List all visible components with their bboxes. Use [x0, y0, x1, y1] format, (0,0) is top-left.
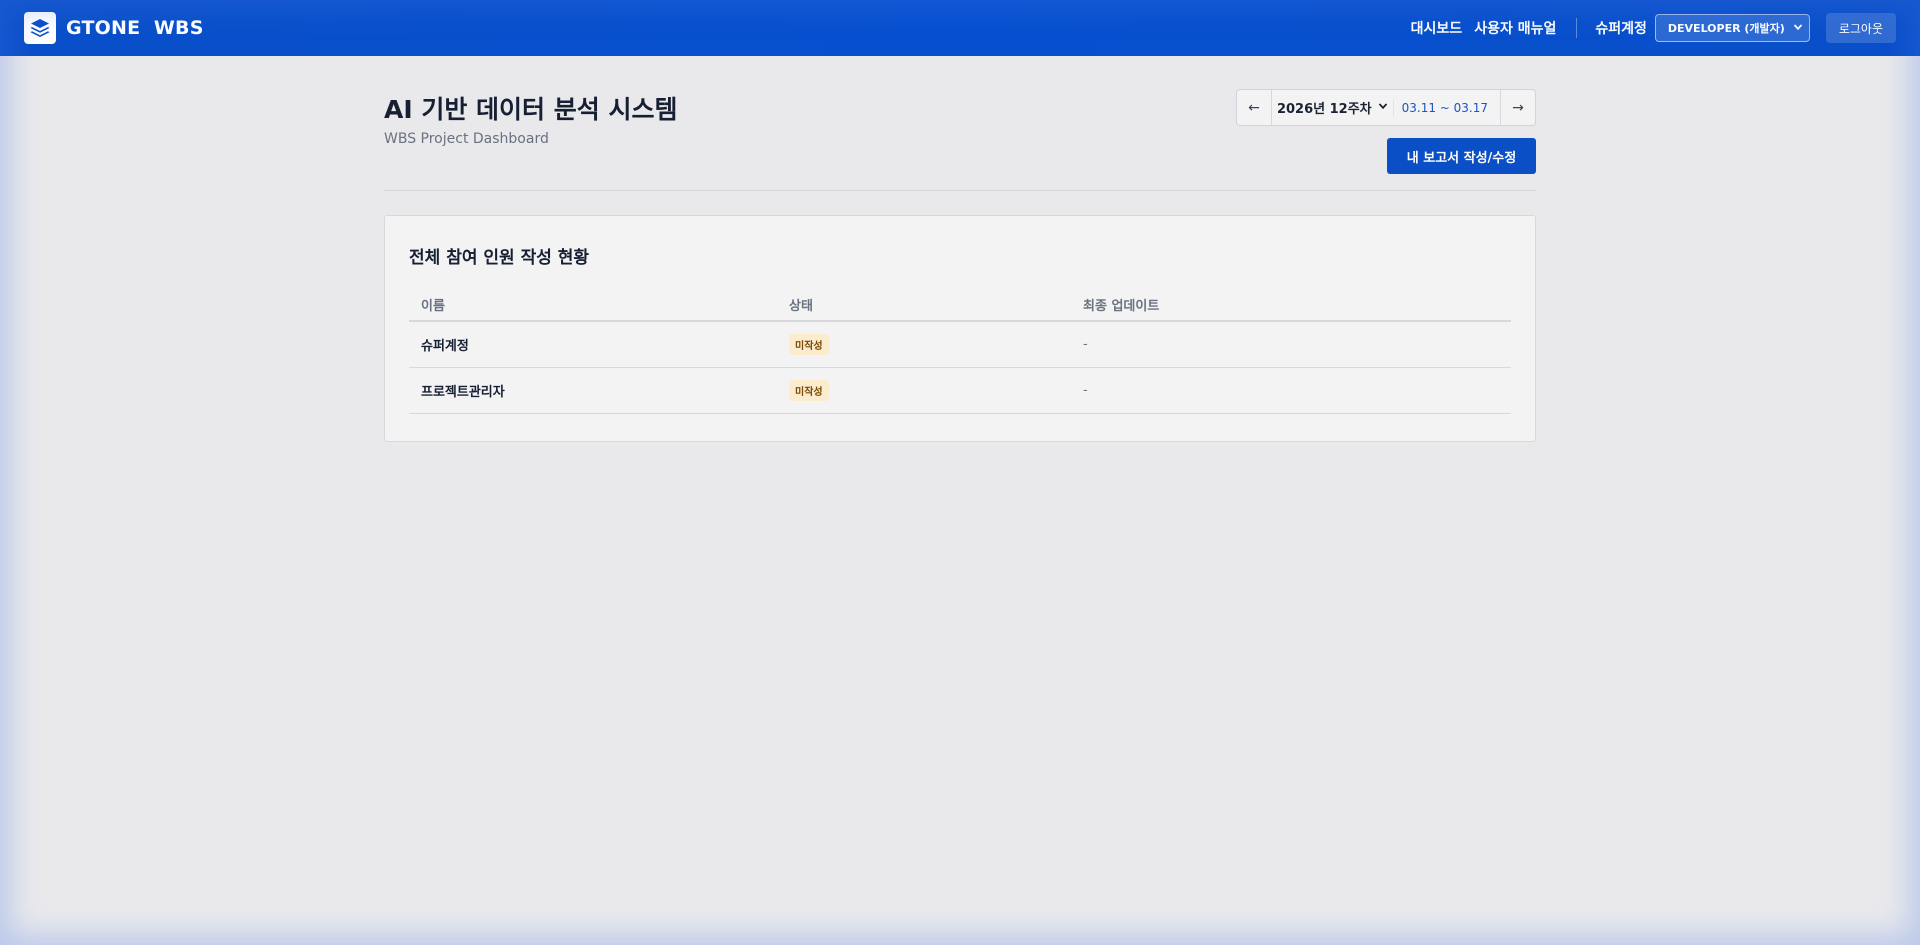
brand-logo[interactable]: GTONE WBS [24, 12, 204, 44]
page-title: AI 기반 데이터 분석 시스템 [384, 95, 678, 124]
submission-status-table: 이름 상태 최종 업데이트 슈퍼계정 미작성 - 프로젝트관리자 미작성 - [409, 288, 1511, 414]
chevron-down-icon [1793, 22, 1803, 35]
week-date-range: 03.11 ~ 03.17 [1392, 99, 1500, 116]
column-header-status: 상태 [777, 288, 1071, 322]
stacked-layers-icon [24, 12, 56, 44]
column-header-name: 이름 [409, 288, 777, 322]
current-user-name: 슈퍼계정 [1595, 21, 1647, 37]
navbar-right: 대시보드 사용자 매뉴얼 슈퍼계정 DEVELOPER (개발자) 로그아웃 [1399, 13, 1896, 43]
row-name: 슈퍼계정 [409, 321, 777, 368]
role-select[interactable]: DEVELOPER (개발자) [1654, 14, 1810, 42]
edit-my-report-button[interactable]: 내 보고서 작성/수정 [1387, 138, 1536, 174]
prev-week-button[interactable]: ← [1237, 90, 1272, 125]
row-name: 프로젝트관리자 [409, 367, 777, 414]
row-last-updated: - [1071, 321, 1511, 368]
table-row: 프로젝트관리자 미작성 - [409, 367, 1511, 414]
row-last-updated: - [1071, 367, 1511, 414]
row-status-cell: 미작성 [777, 321, 1071, 368]
page-vignette [0, 0, 1920, 945]
column-header-last-updated: 최종 업데이트 [1071, 288, 1511, 322]
week-select[interactable]: 2026년 12주차 [1272, 98, 1393, 117]
chevron-down-icon [1378, 101, 1388, 114]
role-select-value: DEVELOPER (개발자) [1667, 22, 1785, 35]
table-row: 슈퍼계정 미작성 - [409, 321, 1511, 368]
row-status-cell: 미작성 [777, 367, 1071, 414]
header-divider [384, 190, 1536, 191]
week-navigator: ← 2026년 12주차 03.11 ~ 03.17 → [1236, 89, 1536, 126]
status-badge: 미작성 [789, 379, 829, 401]
submission-status-card: 전체 참여 인원 작성 현황 이름 상태 최종 업데이트 슈퍼계정 미작성 - … [384, 215, 1536, 442]
table-header-row: 이름 상태 최종 업데이트 [409, 288, 1511, 322]
top-navbar: GTONE WBS 대시보드 사용자 매뉴얼 슈퍼계정 DEVELOPER (개… [0, 0, 1920, 56]
brand-name: GTONE WBS [66, 17, 204, 39]
week-select-value: 2026년 12주차 [1276, 102, 1372, 117]
page-subtitle: WBS Project Dashboard [384, 131, 549, 147]
logout-button[interactable]: 로그아웃 [1825, 13, 1896, 43]
nav-user-manual-link[interactable]: 사용자 매뉴얼 [1474, 18, 1556, 38]
card-title: 전체 참여 인원 작성 현황 [409, 248, 590, 268]
nav-dashboard-link[interactable]: 대시보드 [1411, 18, 1463, 38]
nav-divider [1576, 18, 1578, 38]
next-week-button[interactable]: → [1500, 90, 1535, 125]
status-badge: 미작성 [789, 333, 829, 355]
